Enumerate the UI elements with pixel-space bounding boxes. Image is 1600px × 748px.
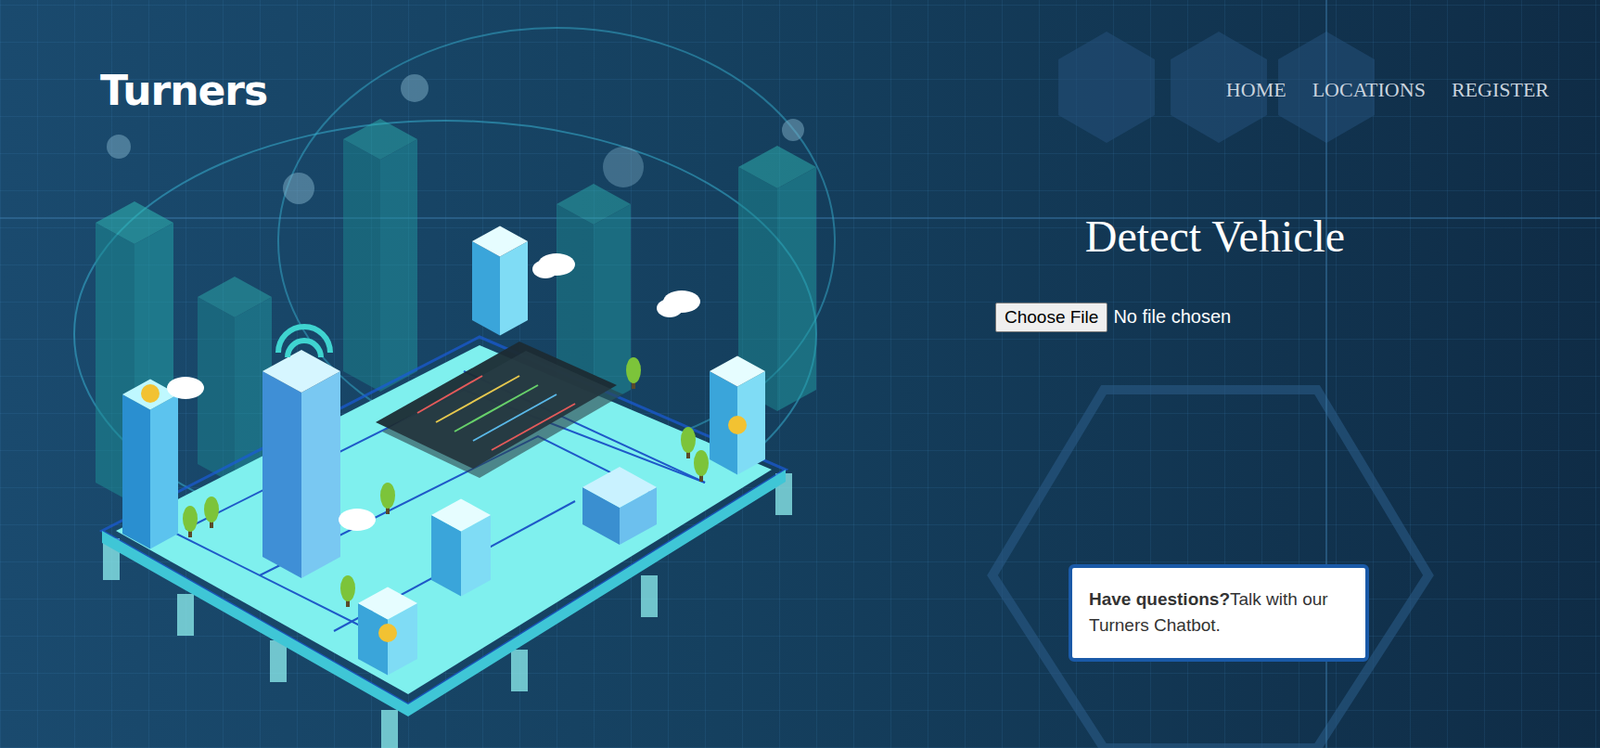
tree-icon <box>626 357 641 389</box>
illustration-area <box>0 116 928 748</box>
nav-bar: HOME LOCATIONS REGISTER <box>1226 77 1549 103</box>
tree-icon <box>693 449 709 482</box>
building <box>262 349 341 578</box>
building <box>358 586 418 675</box>
tree-icon <box>204 496 219 528</box>
file-input[interactable]: Choose FileNo file chosen <box>995 302 1503 333</box>
file-status: No file chosen <box>1113 306 1231 328</box>
hexagon-outline <box>992 389 1429 748</box>
building <box>582 466 657 545</box>
background-bar <box>343 118 418 392</box>
tree-icon <box>182 505 198 538</box>
tree-icon <box>380 482 396 514</box>
building <box>431 498 491 596</box>
platform-leg <box>381 709 398 748</box>
platform-leg <box>177 593 194 636</box>
platform-leg <box>269 640 287 682</box>
building <box>709 356 766 475</box>
main-content: Detect Vehicle Choose FileNo file chosen H… <box>0 116 1600 748</box>
wifi-icon <box>278 326 331 358</box>
coin-icon <box>140 384 747 642</box>
detect-title: Detect Vehicle <box>927 209 1503 264</box>
platform <box>115 345 772 694</box>
chatbot-prompt[interactable]: Have questions?Talk with our Turners Cha… <box>1068 563 1370 662</box>
building <box>472 226 528 336</box>
chatbot-lead: Have questions? <box>1088 588 1230 609</box>
detect-panel: Detect Vehicle Choose FileNo file chosen H… <box>927 116 1503 748</box>
cloud-icon <box>166 253 701 531</box>
header: Turners HOME LOCATIONS REGISTER <box>0 0 1600 117</box>
platform-leg <box>640 575 658 617</box>
brand-logo[interactable]: Turners <box>100 66 268 115</box>
nav-link[interactable]: REGISTER <box>1451 77 1549 103</box>
tree-icon <box>340 575 356 607</box>
building <box>122 379 179 550</box>
background-bar <box>197 276 272 485</box>
nav-link[interactable]: HOME <box>1226 77 1287 103</box>
hexagon-shape <box>1058 31 1155 143</box>
choose-file-button[interactable]: Choose File <box>995 302 1108 333</box>
nav-link[interactable]: LOCATIONS <box>1312 77 1426 103</box>
page: Turners HOME LOCATIONS REGISTER Detect Vehic… <box>0 0 1600 748</box>
tree-icon <box>680 426 696 459</box>
platform-leg <box>511 649 528 692</box>
